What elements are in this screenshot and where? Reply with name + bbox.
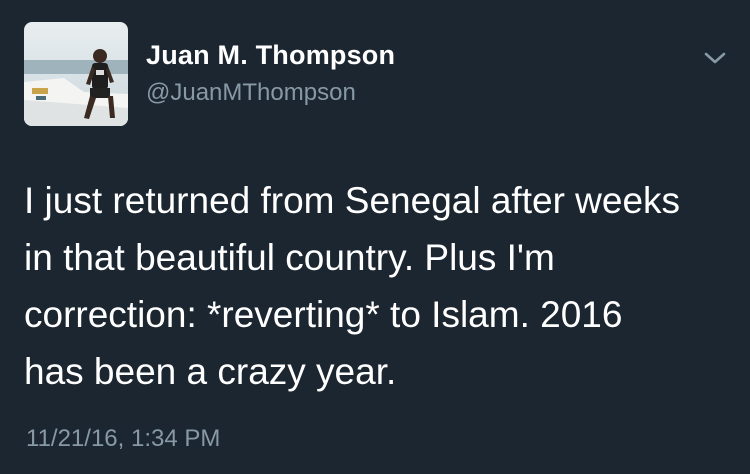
timestamp[interactable]: 11/21/16, 1:34 PM xyxy=(26,425,220,453)
avatar[interactable] xyxy=(24,22,128,126)
tweet-card: Juan M. Thompson @JuanMThompson I just r… xyxy=(0,0,750,474)
tweet-text: I just returned from Senegal after weeks… xyxy=(24,172,730,400)
tweet-text-line: correction: *reverting* to Islam. 2016 xyxy=(24,294,623,335)
tweet-text-line: I just returned from Senegal after weeks xyxy=(24,180,681,221)
user-handle[interactable]: @JuanMThompson xyxy=(146,79,356,107)
tweet-text-line: in that beautiful country. Plus I'm xyxy=(24,237,555,278)
chevron-down-icon[interactable] xyxy=(702,48,728,68)
tweet-text-line: has been a crazy year. xyxy=(24,351,397,392)
avatar-photo xyxy=(24,22,128,126)
display-name[interactable]: Juan M. Thompson xyxy=(146,40,395,71)
